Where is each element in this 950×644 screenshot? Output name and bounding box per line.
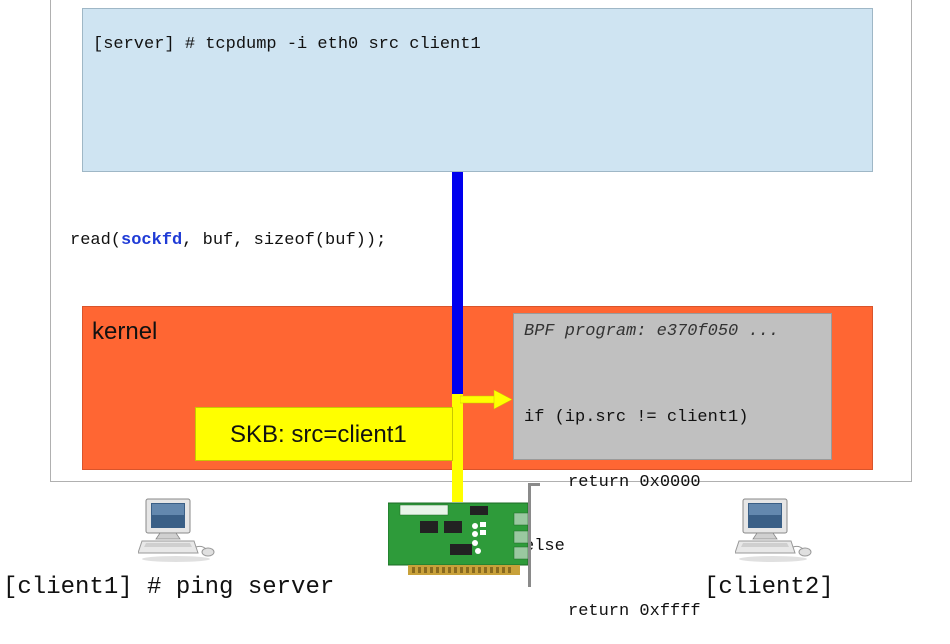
bpf-program-title: BPF program: e370f050 ... <box>524 322 780 341</box>
read-syscall-suffix: , buf, sizeof(buf)); <box>182 231 387 250</box>
filter-arrow <box>460 389 513 410</box>
kernel-label: kernel <box>92 318 158 345</box>
client2-desktop-computer-icon <box>735 498 812 562</box>
read-syscall-sockfd: sockfd <box>121 231 183 250</box>
filter-arrow-head <box>493 389 513 410</box>
bpf-line-return-accept: return 0xffff <box>568 601 701 621</box>
client1-desktop-computer-icon <box>138 498 215 562</box>
read-syscall: read(sockfd, buf, sizeof(buf)); <box>70 231 386 250</box>
server-command: [server] # tcpdump -i eth0 src client1 <box>93 35 481 54</box>
socket-data-path <box>452 172 463 394</box>
filter-arrow-shaft <box>460 395 497 404</box>
client1-command: [client1] # ping server <box>3 574 335 601</box>
bpf-line-return-drop: return 0x0000 <box>568 472 701 492</box>
client2-label: [client2] <box>704 574 834 601</box>
user-space-box <box>82 8 873 172</box>
bpf-line-if: if (ip.src != client1) <box>524 408 749 427</box>
network-interface-card-icon <box>388 483 540 587</box>
bpf-line-else: else <box>524 537 565 556</box>
bpf-program-code: if (ip.src != client1) return 0x0000 els… <box>524 364 748 644</box>
skb-label: SKB: src=client1 <box>230 421 407 448</box>
read-syscall-prefix: read( <box>70 231 122 250</box>
